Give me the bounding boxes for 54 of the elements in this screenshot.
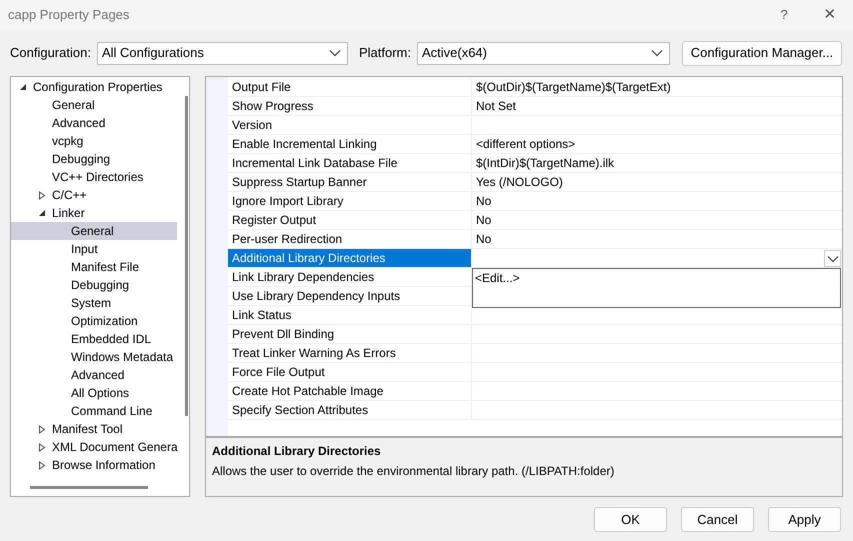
tree-item[interactable]: Linker — [11, 204, 177, 222]
cancel-button[interactable]: Cancel — [681, 507, 754, 532]
property-value: No — [476, 231, 492, 248]
property-label[interactable]: Additional Library Directories — [228, 249, 472, 267]
help-button[interactable]: ? — [761, 0, 807, 30]
tree-item[interactable]: General — [11, 222, 177, 240]
platform-dropdown[interactable]: Active(x64) — [416, 42, 670, 64]
platform-label: Platform: — [358, 44, 411, 62]
tree-item[interactable]: Manifest File — [11, 258, 177, 276]
close-button[interactable]: ✕ — [807, 0, 853, 30]
property-value: No — [476, 193, 492, 210]
tree-item[interactable]: General — [11, 96, 177, 114]
property-value: <different options> — [476, 136, 576, 153]
tree-item[interactable]: Debugging — [11, 276, 177, 294]
vertical-scrollbar[interactable] — [185, 96, 188, 416]
ok-button[interactable]: OK — [594, 507, 667, 532]
tree-item[interactable]: Command Line — [11, 402, 177, 420]
tree-item[interactable]: Browse Information — [11, 456, 177, 474]
tree-item[interactable]: VC++ Directories — [11, 168, 177, 186]
chevron-down-icon — [826, 254, 838, 262]
tree-item[interactable]: All Options — [11, 384, 177, 402]
expanded-icon[interactable] — [38, 209, 46, 217]
tree-item[interactable]: Debugging — [11, 150, 177, 168]
tree-item[interactable]: Advanced — [11, 114, 177, 132]
horizontal-scrollbar[interactable] — [30, 486, 148, 489]
property-value: No — [476, 212, 492, 229]
tree-item[interactable]: Embedded IDL — [11, 330, 177, 348]
description-title: Additional Library Directories — [212, 443, 382, 460]
property-value: $(OutDir)$(TargetName)$(TargetExt) — [476, 79, 671, 96]
tree-item[interactable]: vcpkg — [11, 132, 177, 150]
chevron-down-icon — [650, 49, 663, 57]
tree-item[interactable]: C/C++ — [11, 186, 177, 204]
tree-item[interactable]: Optimization — [11, 312, 177, 330]
property-value: $(IntDir)$(TargetName).ilk — [476, 155, 614, 172]
collapsed-icon[interactable] — [38, 190, 46, 200]
tree-item[interactable]: Input — [11, 240, 177, 258]
configuration-label: Configuration: — [10, 44, 91, 62]
dropdown-button[interactable] — [824, 250, 841, 267]
property-value: Yes (/NOLOGO) — [476, 174, 563, 191]
tree-item[interactable]: Windows Metadata — [11, 348, 177, 366]
expanded-icon[interactable] — [19, 83, 27, 91]
chevron-down-icon — [328, 49, 341, 57]
configuration-dropdown[interactable]: All Configurations — [96, 42, 348, 64]
configuration-manager-button[interactable]: Configuration Manager... — [682, 40, 842, 66]
apply-button[interactable]: Apply — [768, 507, 841, 532]
tree-item[interactable]: System — [11, 294, 177, 312]
tree-item[interactable]: Configuration Properties — [11, 78, 177, 96]
tree-item[interactable]: Advanced — [11, 366, 177, 384]
tree-item[interactable]: XML Document Genera — [11, 438, 177, 456]
window-title: capp Property Pages — [8, 6, 130, 24]
tree-item[interactable]: Manifest Tool — [11, 420, 177, 438]
description-text: Allows the user to override the environmental library path. (/LIBPATH:folder) — [212, 463, 616, 480]
dropdown-option[interactable]: <Edit...> — [473, 269, 840, 286]
property-value: Not Set — [476, 98, 516, 115]
